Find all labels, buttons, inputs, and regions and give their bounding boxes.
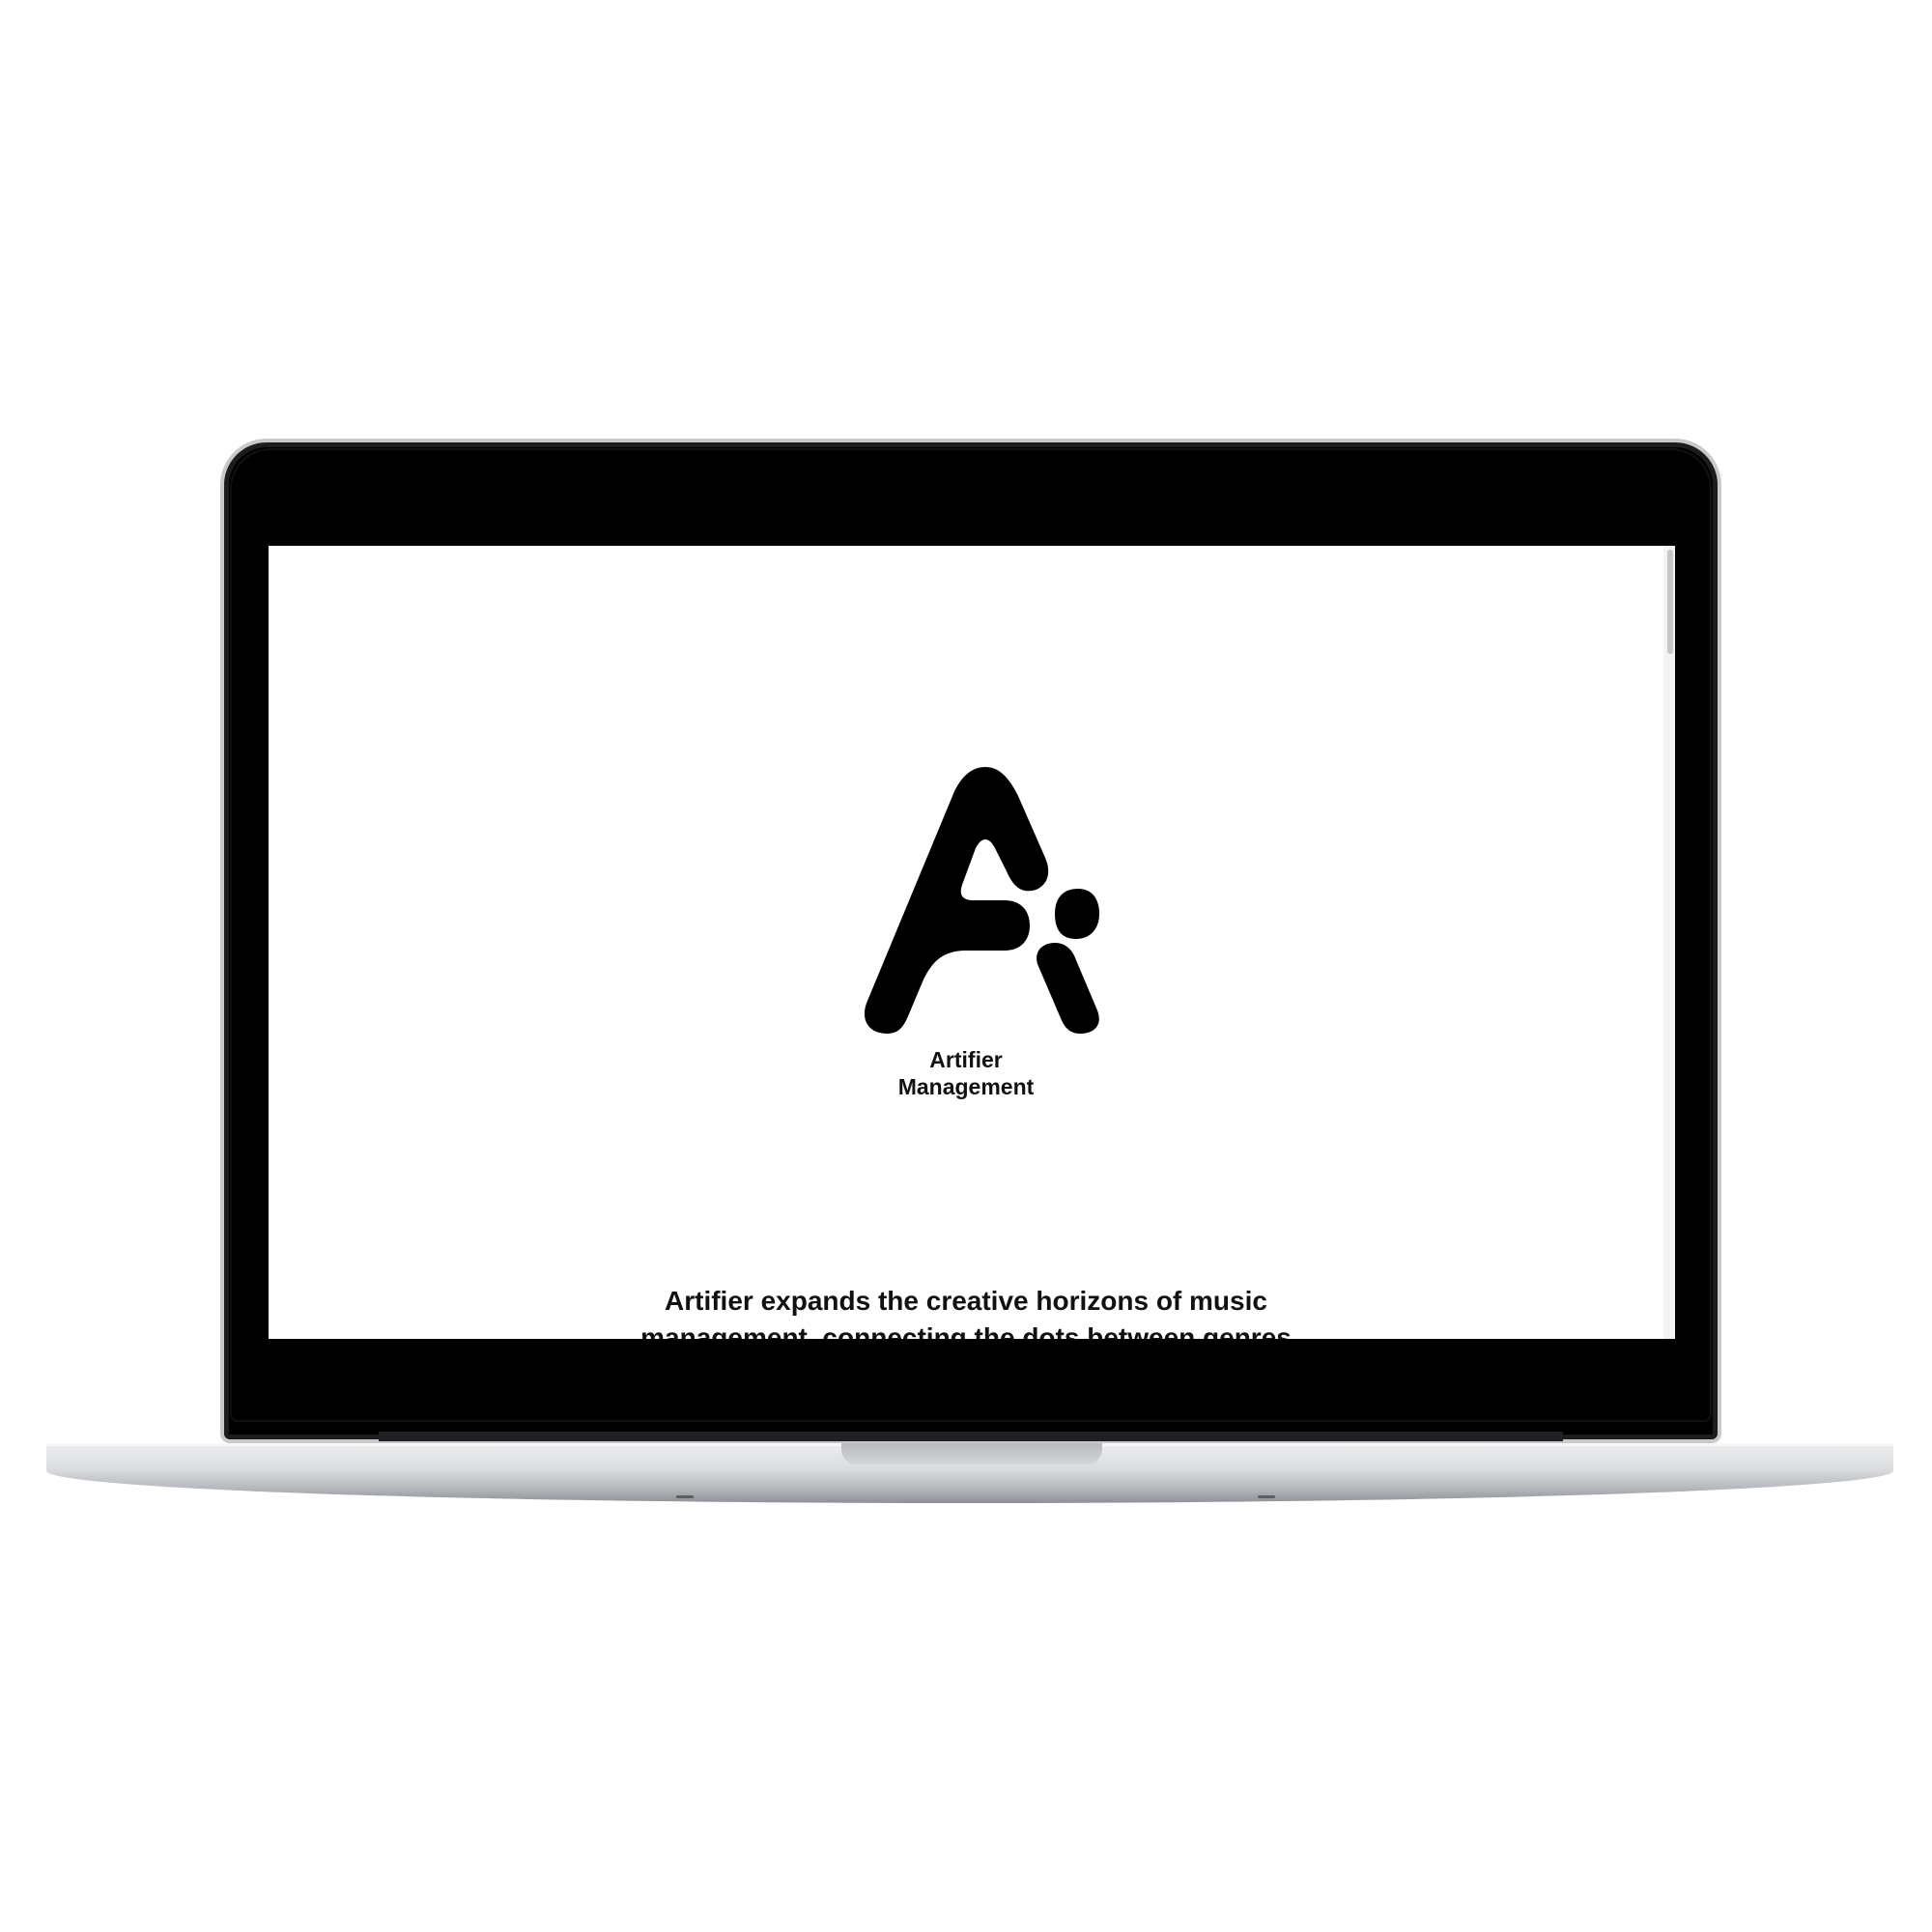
brand-name-line1: Artifier [929,1047,1003,1072]
laptop-foot [1258,1495,1275,1498]
laptop-foot [676,1495,694,1498]
laptop-screen: Artifier Management Artifier expands the… [269,546,1675,1339]
lid-notch [841,1443,1102,1464]
scrollbar-thumb[interactable] [1667,550,1673,654]
hinge [379,1432,1563,1441]
laptop-mockup: Artifier Management Artifier expands the… [0,0,1932,1932]
artifier-logo-icon [864,767,1099,1034]
tagline-text: Artifier expands the creative horizons o… [640,1286,1292,1339]
brand-name-line2: Management [897,1074,1035,1099]
brand-name: Artifier Management [269,1046,1663,1100]
scrollbar[interactable] [1663,546,1675,1339]
